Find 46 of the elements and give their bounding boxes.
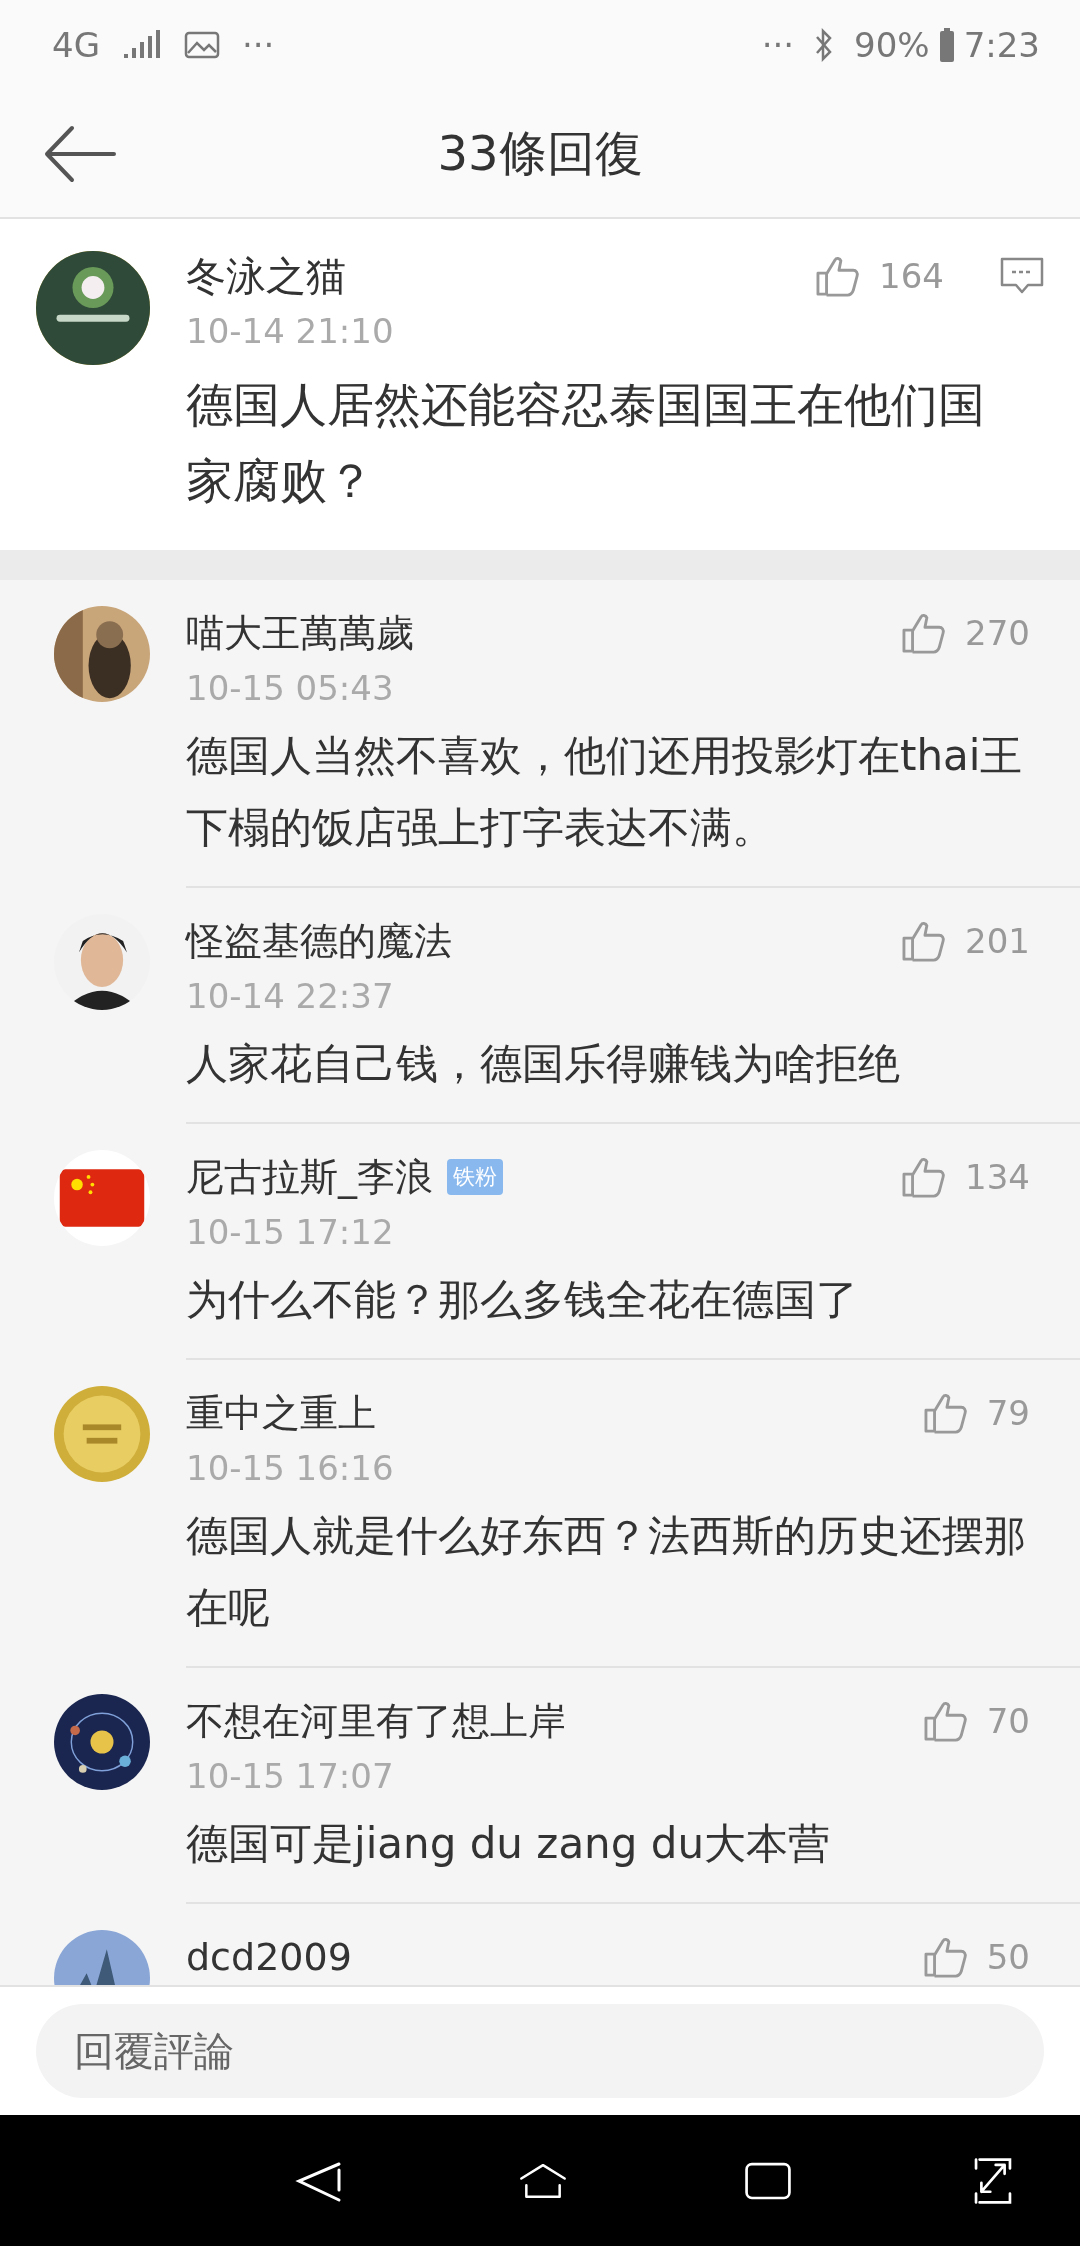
reply-time: 10-15 17:07 [186,1756,394,1796]
signal-icon [122,30,162,60]
thumbs-up-icon [901,612,948,654]
reply-text: 德国人当然不喜欢，他们还用投影灯在thai王下榻的饭店强上打字表达不满。 [186,730,1024,854]
reply-time: 10-15 17:12 [186,1212,394,1252]
comment-time: 10-14 21:10 [186,311,394,351]
like-count: 50 [986,1937,1030,1977]
like-count: 134 [965,1157,1030,1197]
like-count: 270 [965,613,1030,653]
author-name[interactable]: 喵大王萬萬歲 [186,607,414,659]
author-name[interactable]: 怪盗基德的魔法 [186,915,452,967]
reply-text: 德国可是jiang du zang du大本营 [186,1818,832,1870]
more-notifications: ··· [761,25,795,65]
page-title: 33條回復 [437,123,643,183]
battery-icon [939,28,954,62]
thumbs-up-icon [901,1156,948,1198]
author-name[interactable]: dcd2009 [186,1935,352,1979]
author-name[interactable]: 冬泳之猫 [186,248,346,304]
reply-time: 10-14 22:37 [186,976,394,1016]
comment-icon[interactable] [1000,257,1044,295]
like-count: 164 [879,256,944,296]
like-count: 79 [986,1393,1030,1433]
thumbs-up-icon [922,1392,969,1434]
clock: 7:23 [963,25,1040,65]
reply-time: 10-15 05:43 [186,668,394,708]
reply-text: 德国人就是什么好东西？法西斯的历史还摆那在呢 [186,1510,1027,1634]
image-icon [184,31,220,59]
comment-text: 德国人居然还能容忍泰国国王在他们国家腐败？ [186,376,986,510]
reply-text: 人家花自己钱，德国乐得赚钱为啥拒绝 [186,1038,901,1090]
network-type: 4G [52,25,100,65]
battery-percent: 90% [854,25,930,65]
thumbs-up-icon [815,255,862,297]
thumbs-up-icon [901,920,948,962]
author-name[interactable]: 尼古拉斯_李浪 [186,1151,433,1203]
like-count: 70 [986,1701,1030,1741]
fan-badge: 铁粉 [447,1159,503,1195]
author-name[interactable]: 重中之重上 [186,1387,376,1439]
like-count: 201 [965,921,1030,961]
thumbs-up-icon [922,1936,969,1978]
author-name[interactable]: 不想在河里有了想上岸 [186,1695,566,1747]
reply-input-field[interactable]: 回覆評論 [36,2004,1044,2098]
reply-text: 为什么不能？那么多钱全花在德国了 [186,1274,859,1326]
more-notifications: ··· [242,25,275,65]
thumbs-up-icon [922,1700,969,1742]
back-arrow-icon[interactable] [44,124,118,183]
reply-time: 10-15 16:16 [186,1448,394,1488]
